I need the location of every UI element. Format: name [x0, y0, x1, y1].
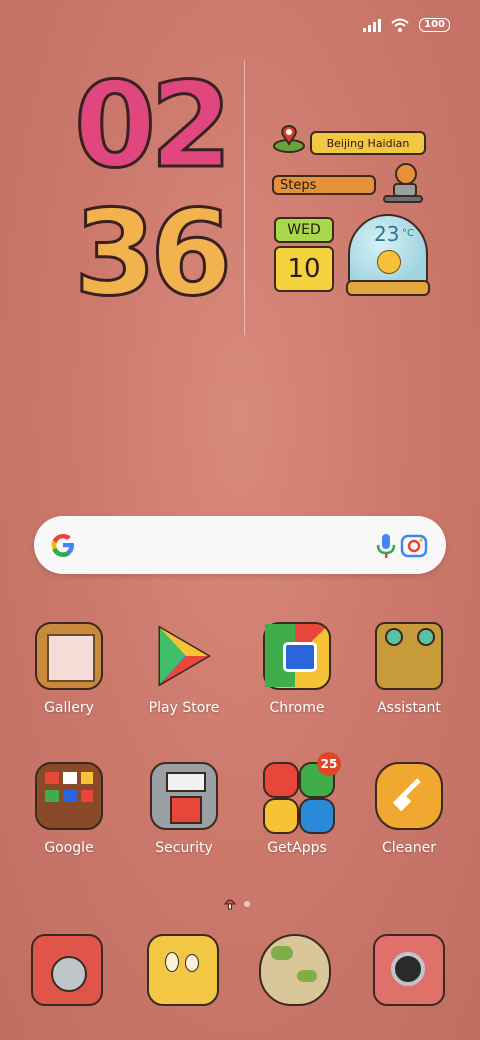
- app-chrome[interactable]: Chrome: [252, 622, 342, 716]
- camera-lens-icon[interactable]: [400, 532, 428, 558]
- dock-camera[interactable]: [364, 934, 454, 1006]
- app-label: Google: [44, 840, 94, 856]
- play-store-icon: [150, 622, 218, 690]
- weather-globe[interactable]: 23 °C: [346, 214, 430, 296]
- robot-treadmill-icon: [383, 163, 423, 203]
- steps-label[interactable]: Steps: [272, 175, 376, 195]
- microphone-icon[interactable]: [374, 532, 398, 560]
- globe-egg-icon: [259, 934, 331, 1006]
- app-label: Cleaner: [381, 840, 437, 856]
- app-label: Assistant: [377, 700, 441, 716]
- wifi-icon: [391, 18, 409, 32]
- cleaner-icon: [375, 762, 443, 830]
- google-folder-icon: [35, 762, 103, 830]
- google-g-icon: [51, 534, 74, 557]
- app-getapps[interactable]: 25 GetApps: [252, 752, 342, 856]
- location-pin-icon: [273, 124, 305, 153]
- app-cleaner[interactable]: Cleaner: [364, 762, 454, 856]
- page-indicator[interactable]: [224, 898, 250, 910]
- dock-phone[interactable]: [22, 934, 112, 1006]
- app-security[interactable]: Security: [139, 762, 229, 856]
- app-label: GetApps: [267, 840, 327, 856]
- status-bar: 100: [363, 18, 450, 32]
- sun-icon: [377, 250, 401, 274]
- google-search-bar[interactable]: [34, 516, 446, 574]
- clock-minute: 36: [72, 184, 233, 322]
- widget-divider: [244, 60, 245, 335]
- clock-hour: 02: [72, 56, 233, 194]
- notification-badge: 25: [317, 752, 341, 776]
- messages-icon: [147, 934, 219, 1006]
- globe-base: [346, 280, 430, 296]
- day-number: 10: [274, 246, 334, 292]
- security-icon: [150, 762, 218, 830]
- battery-indicator: 100: [419, 18, 450, 32]
- camera-icon: [373, 934, 445, 1006]
- app-gallery[interactable]: Gallery: [24, 622, 114, 716]
- location-label[interactable]: Beijing Haidian: [310, 131, 426, 155]
- mushroom-icon: [224, 899, 236, 910]
- app-label: Gallery: [44, 700, 94, 716]
- app-assistant[interactable]: Assistant: [364, 622, 454, 716]
- chrome-icon: [263, 622, 331, 690]
- dock-browser[interactable]: [250, 934, 340, 1006]
- temperature-unit: °C: [402, 228, 414, 239]
- app-label: Security: [155, 840, 213, 856]
- temperature-value: 23: [374, 222, 400, 246]
- app-google[interactable]: Google: [24, 762, 114, 856]
- signal-icon: [363, 18, 382, 32]
- weekday-label: WED: [274, 217, 334, 243]
- app-label: Play Store: [148, 700, 220, 716]
- app-play-store[interactable]: Play Store: [139, 622, 229, 716]
- getapps-icon: 25: [263, 752, 341, 834]
- gallery-icon: [35, 622, 103, 690]
- phone-icon: [31, 934, 103, 1006]
- assistant-robot-icon: [375, 622, 443, 690]
- app-label: Chrome: [269, 700, 325, 716]
- dock-messages[interactable]: [138, 934, 228, 1006]
- page-dot[interactable]: [244, 901, 250, 907]
